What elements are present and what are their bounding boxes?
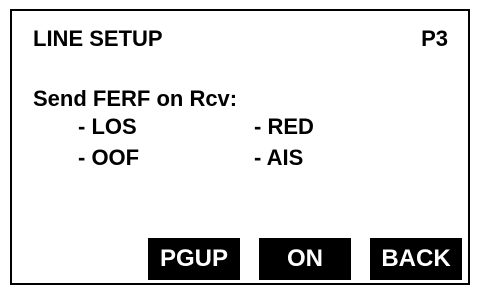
page-number: P3 [421, 26, 448, 51]
page-title: LINE SETUP [33, 26, 163, 51]
option-los: - LOS [78, 114, 137, 139]
option-ais: - AIS [254, 145, 304, 170]
setting-label: Send FERF on Rcv: [33, 86, 238, 111]
option-oof: - OOF [78, 145, 140, 170]
back-button[interactable]: BACK [370, 238, 462, 280]
option-red: - RED [254, 114, 314, 139]
on-button[interactable]: ON [259, 238, 351, 280]
pgup-button[interactable]: PGUP [148, 238, 240, 280]
lcd-screen: LINE SETUP P3 Send FERF on Rcv: - LOS - … [10, 9, 470, 285]
